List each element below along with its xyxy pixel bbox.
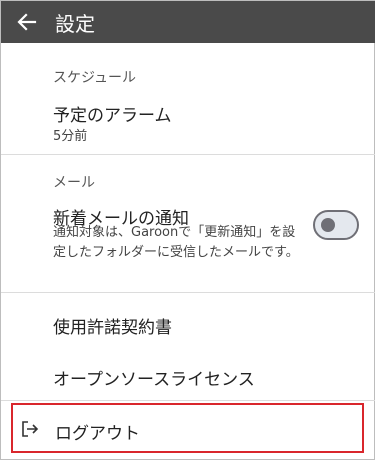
mail-notify-toggle[interactable] — [311, 209, 361, 241]
logout-icon — [22, 421, 39, 437]
toggle-knob — [321, 218, 335, 232]
section-header-mail: メール — [53, 175, 95, 191]
license-agreement-item[interactable]: 使用許諾契約書 — [1, 293, 375, 349]
back-button[interactable] — [1, 1, 53, 43]
divider — [1, 400, 375, 401]
open-source-license-item[interactable]: オープンソースライセンス — [1, 349, 375, 399]
section-header-schedule: スケジュール — [53, 70, 137, 86]
schedule-alarm-value: 5分前 — [53, 129, 88, 144]
open-source-license-label: オープンソースライセンス — [53, 370, 255, 390]
license-agreement-label: 使用許諾契約書 — [53, 318, 172, 338]
page-title: 設定 — [55, 11, 95, 36]
logout-label: ログアウト — [55, 424, 140, 444]
mail-notify-description: 通知対象は、Garoonで「更新通知」を設定したフォルダーに受信したメールです。 — [53, 225, 299, 260]
logout-button[interactable]: ログアウト — [11, 403, 364, 453]
app-bar: 設定 — [1, 1, 375, 43]
divider — [1, 154, 375, 155]
schedule-alarm-item[interactable]: 予定のアラーム 5分前 — [1, 93, 375, 151]
toggle-track — [313, 210, 359, 240]
arrow-back-icon — [17, 13, 37, 31]
settings-screen: 設定 スケジュール 予定のアラーム 5分前 メール 新着メールの通知 通知対象は… — [0, 0, 375, 460]
schedule-alarm-title: 予定のアラーム — [53, 106, 172, 126]
